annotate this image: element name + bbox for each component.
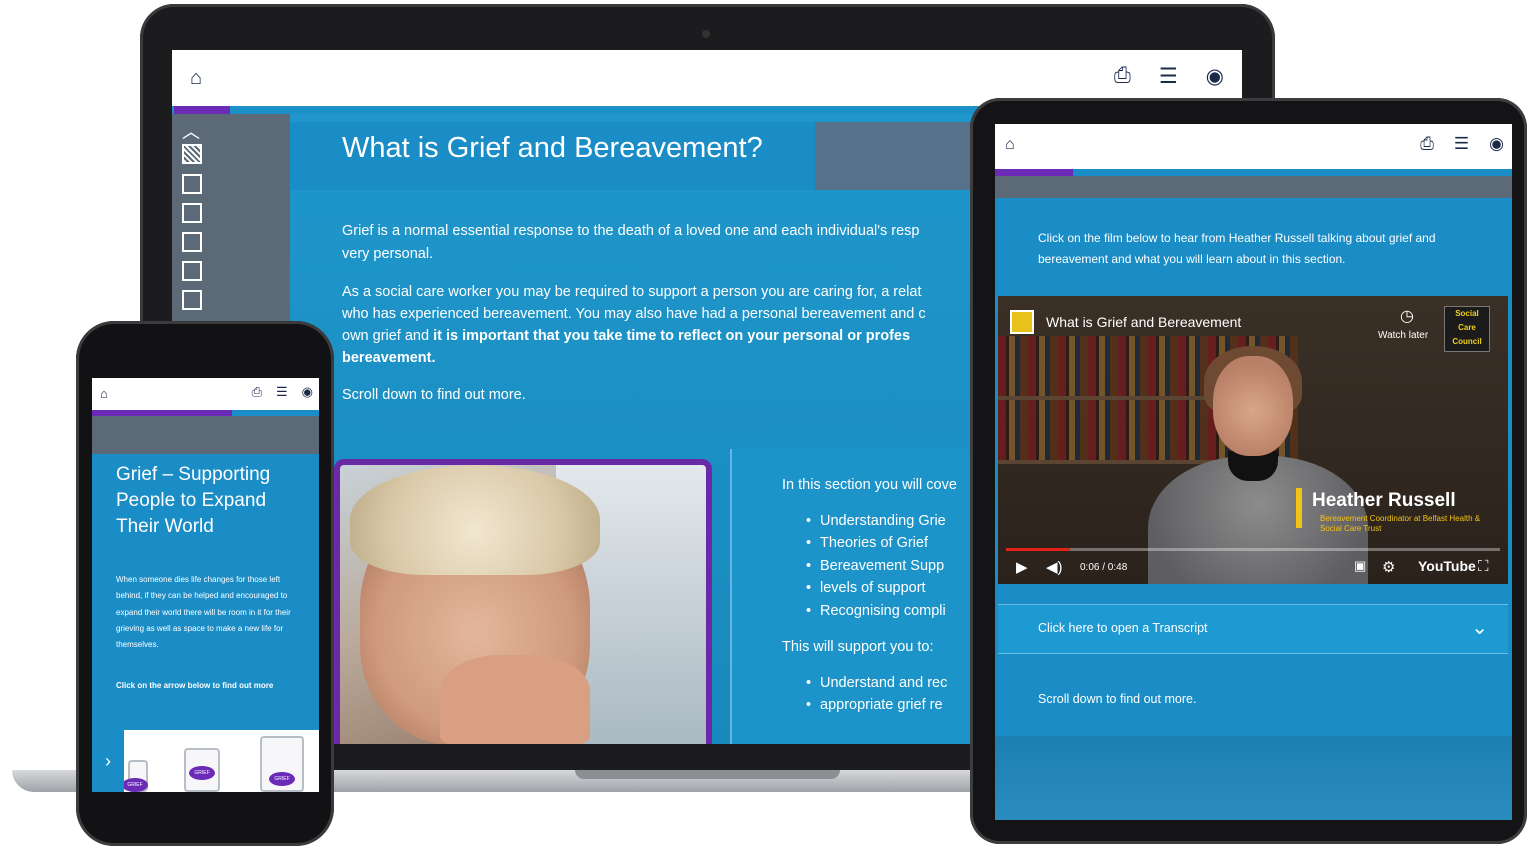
chevron-down-icon[interactable]: ⌄: [1471, 615, 1488, 640]
title-band-grey: [995, 176, 1512, 198]
tablet-screen: ⌂ ⎙ ☰ ◉ Click on the film below to hear …: [995, 124, 1512, 820]
seek-bar-played: [1006, 548, 1071, 551]
youtube-logo[interactable]: YouTube: [1418, 558, 1476, 574]
badge-line: Council: [1452, 337, 1482, 346]
emphasis-text: it is important that you take time to re…: [433, 328, 911, 344]
cta-text: Click on the arrow below to find out mor…: [116, 681, 274, 690]
seek-bar[interactable]: [1006, 548, 1500, 551]
council-logo: Social Care Council: [1444, 306, 1490, 352]
video-time: 0:06 / 0:48: [1080, 562, 1128, 573]
scroll-hint: Scroll down to find out more.: [1038, 692, 1197, 706]
list-item: Theories of Grief: [806, 535, 928, 551]
title-band-grey: [92, 416, 319, 454]
volume-icon[interactable]: ◀): [1046, 558, 1063, 576]
jar-label: GRIEF: [122, 778, 148, 792]
list-item: Understand and rec: [806, 675, 947, 691]
transcript-label: Click here to open a Transcript: [1038, 621, 1208, 635]
page-title: Grief – Supporting People to Expand Thei…: [116, 464, 271, 537]
body-line: bereavement.: [342, 347, 982, 369]
progress-bar: [995, 169, 1073, 176]
chevron-up-icon[interactable]: ︿: [182, 118, 200, 144]
speaker-figure: [1128, 336, 1388, 584]
scroll-hint: Scroll down to find out more.: [342, 387, 526, 403]
body-line: As a social care worker you may be requi…: [342, 284, 922, 300]
grieving-woman-photo: [334, 459, 712, 744]
jars-illustration: GRIEF GRIEF GRIEF: [92, 730, 319, 792]
eye-icon[interactable]: ◉: [1206, 64, 1224, 89]
section-checkbox[interactable]: [182, 232, 202, 252]
list-item: Bereavement Supp: [806, 558, 944, 574]
next-arrow-button[interactable]: ›: [92, 730, 124, 792]
panel-support: This will support you to:: [782, 639, 934, 655]
page-title: What is Grief and Bereavement?: [342, 132, 763, 164]
printer-icon[interactable]: ⎙: [252, 384, 262, 400]
list-item-text: levels of support: [820, 580, 926, 596]
section-checkbox[interactable]: [182, 174, 202, 194]
badge-line: Care: [1458, 323, 1476, 332]
play-icon[interactable]: ▶: [1016, 558, 1028, 576]
lower-third-bar: [1296, 488, 1302, 528]
channel-logo[interactable]: [1010, 310, 1034, 334]
section-checkbox[interactable]: [182, 203, 202, 223]
body-text: When someone dies life changes for those…: [116, 575, 291, 650]
transcript-accordion[interactable]: Click here to open a Transcript ⌄: [998, 604, 1508, 654]
video-title[interactable]: What is Grief and Bereavement: [1046, 314, 1241, 330]
emphasis-text: bereavement.: [342, 350, 436, 366]
list-item-continued: levels of support: [806, 580, 926, 596]
captions-icon[interactable]: ▣: [1354, 558, 1366, 574]
clock-icon[interactable]: ◷: [1400, 306, 1414, 326]
progress-bar: [174, 106, 230, 114]
jar-label: GRIEF: [269, 772, 295, 786]
section-checkbox[interactable]: [182, 261, 202, 281]
eye-icon[interactable]: ◉: [1489, 134, 1504, 154]
lower-background: [995, 736, 1512, 820]
eye-icon[interactable]: ◉: [302, 384, 313, 400]
video-player[interactable]: What is Grief and Bereavement ◷ Watch la…: [998, 296, 1508, 584]
laptop-camera: [702, 30, 710, 38]
intro-line: Grief is a normal essential response to …: [342, 223, 920, 239]
printer-icon[interactable]: ⎙: [1420, 134, 1434, 154]
body-line: who has experienced bereavement. You may…: [342, 306, 926, 322]
body-line: own grief and it is important that you t…: [342, 325, 982, 347]
list-icon[interactable]: ☰: [276, 384, 288, 400]
list-item-text: appropriate grief re: [820, 697, 943, 713]
jar-label: GRIEF: [189, 766, 215, 780]
phone-screen: ⌂ ⎙ ☰ ◉ Grief – Supporting People to Exp…: [92, 378, 319, 792]
printer-icon[interactable]: ⎙: [1114, 64, 1131, 89]
section-checkbox-current[interactable]: [182, 144, 202, 164]
laptop-notch: [575, 770, 840, 779]
home-icon[interactable]: ⌂: [100, 386, 108, 401]
list-item: Recognising compli: [806, 603, 946, 619]
section-checkbox[interactable]: [182, 290, 202, 310]
intro-line: very personal.: [342, 246, 434, 262]
badge-line: Social: [1455, 309, 1479, 318]
speaker-role: Bereavement Coordinator at Belfast Healt…: [1320, 514, 1481, 533]
body-text: own grief and: [342, 328, 434, 344]
tablet-toolbar: ⌂ ⎙ ☰ ◉: [995, 124, 1512, 169]
video-intro-text: Click on the film below to hear from Hea…: [1038, 231, 1436, 266]
list-item-continued: appropriate grief re: [806, 697, 943, 713]
home-icon[interactable]: ⌂: [1005, 136, 1015, 154]
home-icon[interactable]: ⌂: [190, 67, 202, 90]
device-mockup-stage: ⌂ ⎙ ☰ ◉ ︿ What is Grief and Bereavement?…: [0, 0, 1527, 846]
speaker-name: Heather Russell: [1312, 490, 1456, 511]
fullscreen-icon[interactable]: ⛶: [1478, 558, 1489, 575]
watch-later-label[interactable]: Watch later: [1378, 330, 1428, 341]
list-icon[interactable]: ☰: [1454, 134, 1469, 154]
phone-toolbar: ⌂ ⎙ ☰ ◉: [92, 378, 319, 410]
list-icon[interactable]: ☰: [1159, 64, 1178, 89]
list-item: Understanding Grie: [806, 513, 946, 529]
panel-intro: In this section you will cove: [782, 477, 957, 493]
settings-icon[interactable]: ⚙: [1382, 558, 1395, 576]
